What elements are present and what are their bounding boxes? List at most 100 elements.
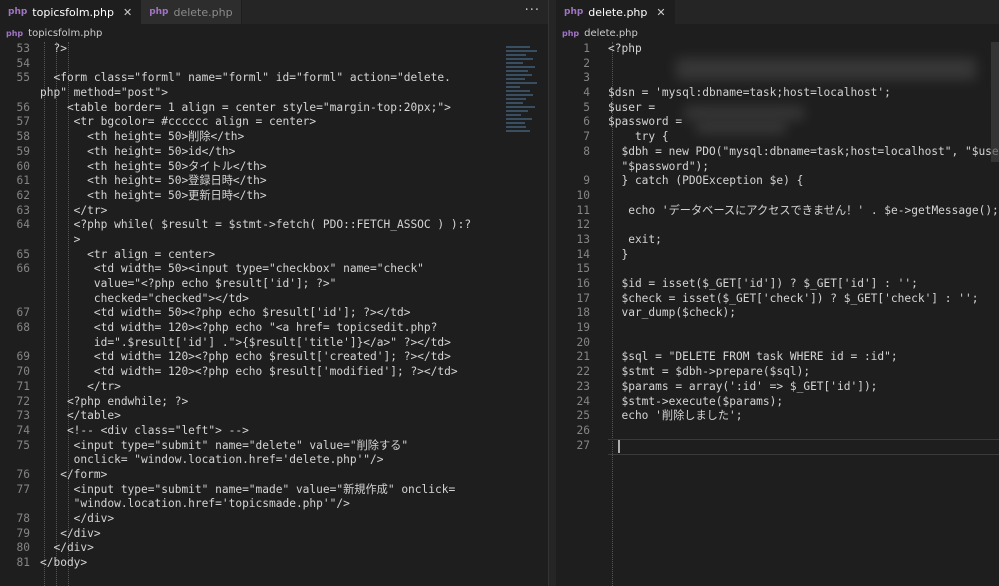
code-text[interactable]: <tr bgcolor= #cccccc align = center>	[40, 115, 316, 130]
code-text[interactable]: $sql = "DELETE FROM task WHERE id = :id"…	[608, 350, 897, 365]
code-line[interactable]: 18 var_dump($check);	[556, 306, 999, 321]
code-line[interactable]: 8 $dbh = new PDO("mysql:dbname=task;host…	[556, 145, 999, 160]
code-line[interactable]: 16 $id = isset($_GET['id']) ? $_GET['id'…	[556, 277, 999, 292]
code-area[interactable]: 53 ?> 54 55 <form class="forml" name="form…	[0, 42, 548, 571]
breadcrumb-file[interactable]: delete.php	[584, 28, 638, 39]
tab-topicsfolm[interactable]: php topicsfolm.php ✕	[0, 0, 142, 24]
code-line[interactable]: checked="checked"></td>	[0, 292, 548, 307]
code-line[interactable]: 19	[556, 321, 999, 336]
left-editor-pane[interactable]: php topicsfolm.php ✕ php delete.php ··· …	[0, 0, 548, 586]
code-text[interactable]: php" method="post">	[40, 86, 168, 101]
breadcrumb[interactable]: php topicsfolm.php	[0, 24, 548, 42]
code-text[interactable]: echo 'データベースにアクセスできません！' . $e->getMessag…	[608, 204, 999, 219]
code-text[interactable]: }	[608, 248, 628, 263]
breadcrumb-file[interactable]: topicsfolm.php	[28, 28, 102, 39]
code-text[interactable]: $user =	[608, 101, 655, 116]
code-text[interactable]: <input type="submit" name="made" value="…	[40, 483, 456, 498]
code-text[interactable]: <!-- <div class="left"> -->	[40, 424, 249, 439]
code-text[interactable]: checked="checked"></td>	[40, 292, 249, 307]
code-line[interactable]: 65 <tr align = center>	[0, 248, 548, 263]
code-text[interactable]: var_dump($check);	[608, 306, 736, 321]
code-line[interactable]: 23 $params = array(':id' => $_GET['id'])…	[556, 380, 999, 395]
code-text[interactable]: </form>	[40, 468, 107, 483]
code-text[interactable]: <th height= 50>id</th>	[40, 145, 235, 160]
code-line[interactable]: 71 </tr>	[0, 380, 548, 395]
code-line[interactable]: 73 </table>	[0, 409, 548, 424]
code-text[interactable]: $password =	[608, 115, 682, 130]
code-text[interactable]: $dbh = new PDO("mysql:dbname=task;host=l…	[608, 145, 999, 160]
code-line[interactable]: 11 echo 'データベースにアクセスできません！' . $e->getMes…	[556, 204, 999, 219]
code-line[interactable]: 76 </form>	[0, 468, 548, 483]
code-line[interactable]: 61 <th height= 50>登録日時</th>	[0, 174, 548, 189]
code-text[interactable]: <?php	[608, 42, 642, 57]
code-text[interactable]: </tr>	[40, 204, 108, 219]
code-line[interactable]: 55 <form class="forml" name="forml" id="…	[0, 71, 548, 86]
code-line[interactable]: onclick= "window.location.href='delete.p…	[0, 453, 548, 468]
code-line[interactable]: 69 <td width= 120><?php echo $result['cr…	[0, 350, 548, 365]
close-icon[interactable]: ✕	[123, 6, 132, 19]
code-line[interactable]: 70 <td width= 120><?php echo $result['mo…	[0, 365, 548, 380]
code-text[interactable]: "window.location.href='topicsmade.php'"/…	[40, 497, 350, 512]
code-line[interactable]: 21 $sql = "DELETE FROM task WHERE id = :…	[556, 350, 999, 365]
code-text[interactable]: </div>	[40, 512, 114, 527]
code-line[interactable]: 57 <tr bgcolor= #cccccc align = center>	[0, 115, 548, 130]
code-line[interactable]: id=".$result['id'] .">{$result['title']}…	[0, 336, 548, 351]
code-line[interactable]: >	[0, 233, 548, 248]
code-text[interactable]: } catch (PDOException $e) {	[608, 174, 803, 189]
code-line[interactable]: "$password");	[556, 160, 999, 175]
code-line[interactable]: 20	[556, 336, 999, 351]
code-text[interactable]: $check = isset($_GET['check']) ? $_GET['…	[608, 292, 978, 307]
code-line[interactable]: 62 <th height= 50>更新日時</th>	[0, 189, 548, 204]
right-editor-pane[interactable]: php delete.php ✕ php delete.php 1 <?php 2 3…	[556, 0, 999, 586]
code-text[interactable]: <input type="submit" name="delete" value…	[40, 439, 408, 454]
code-text[interactable]: >	[40, 233, 81, 248]
code-text[interactable]: ?>	[40, 42, 66, 57]
code-text[interactable]: <?php while( $result = $stmt->fetch( PDO…	[40, 218, 471, 233]
tab-delete-active[interactable]: php delete.php ✕	[556, 0, 675, 24]
breadcrumb[interactable]: php delete.php	[556, 24, 999, 42]
code-line[interactable]: 66 <td width= 50><input type="checkbox" …	[0, 262, 548, 277]
code-text[interactable]: echo '削除しました';	[608, 409, 742, 424]
code-line[interactable]: 79 </div>	[0, 527, 548, 542]
code-line[interactable]: 67 <td width= 50><?php echo $result['id'…	[0, 306, 548, 321]
code-line[interactable]: 81 </body>	[0, 556, 548, 571]
code-text[interactable]: "$password");	[608, 160, 709, 175]
code-text[interactable]: <td width= 50><input type="checkbox" nam…	[40, 262, 424, 277]
code-text[interactable]: </div>	[40, 527, 100, 542]
code-line[interactable]: 63 </tr>	[0, 204, 548, 219]
code-line[interactable]: 53 ?>	[0, 42, 548, 57]
code-text[interactable]: <td width= 50><?php echo $result['id']; …	[40, 306, 411, 321]
minimap[interactable]	[506, 44, 540, 174]
code-line[interactable]: 74 <!-- <div class="left"> -->	[0, 424, 548, 439]
code-line[interactable]: php" method="post">	[0, 86, 548, 101]
code-text[interactable]: value="<?php echo $result['id']; ?>"	[40, 277, 337, 292]
code-text[interactable]: $dsn = 'mysql:dbname=task;host=localhost…	[608, 86, 891, 101]
code-text[interactable]: onclick= "window.location.href='delete.p…	[40, 453, 384, 468]
code-text[interactable]: </div>	[40, 541, 93, 556]
code-text[interactable]: try {	[608, 130, 669, 145]
code-text[interactable]: <form class="forml" name="forml" id="for…	[40, 71, 450, 86]
code-text[interactable]: $id = isset($_GET['id']) ? $_GET['id'] :…	[608, 277, 917, 292]
code-line[interactable]: 4 $dsn = 'mysql:dbname=task;host=localhos…	[556, 86, 999, 101]
code-line[interactable]: 15	[556, 262, 999, 277]
code-text[interactable]: <table border= 1 align = center style="m…	[40, 101, 451, 116]
code-line[interactable]: "window.location.href='topicsmade.php'"/…	[0, 497, 548, 512]
code-line[interactable]: 54	[0, 57, 548, 72]
code-text[interactable]: <td width= 120><?php echo $result['modif…	[40, 365, 458, 380]
code-line[interactable]: 1 <?php	[556, 42, 999, 57]
code-area[interactable]: 1 <?php 2 3 4 $dsn = 'mysql:dbname=task;host=…	[556, 42, 999, 455]
code-line[interactable]: 72 <?php endwhile; ?>	[0, 395, 548, 410]
scrollbar[interactable]	[991, 42, 999, 162]
code-line[interactable]: 60 <th height= 50>タイトル</th>	[0, 160, 548, 175]
close-icon[interactable]: ✕	[656, 6, 665, 19]
code-line[interactable]: 59 <th height= 50>id</th>	[0, 145, 548, 160]
tab-delete[interactable]: php delete.php	[141, 0, 242, 24]
code-line[interactable]: value="<?php echo $result['id']; ?>"	[0, 277, 548, 292]
code-line[interactable]: 12	[556, 218, 999, 233]
code-line[interactable]: 24 $stmt->execute($params);	[556, 395, 999, 410]
code-text[interactable]: $params = array(':id' => $_GET['id']);	[608, 380, 877, 395]
code-line[interactable]: 14 }	[556, 248, 999, 263]
code-line[interactable]: 58 <th height= 50>削除</th>	[0, 130, 548, 145]
code-line[interactable]: 64 <?php while( $result = $stmt->fetch( …	[0, 218, 548, 233]
code-line[interactable]: 25 echo '削除しました';	[556, 409, 999, 424]
